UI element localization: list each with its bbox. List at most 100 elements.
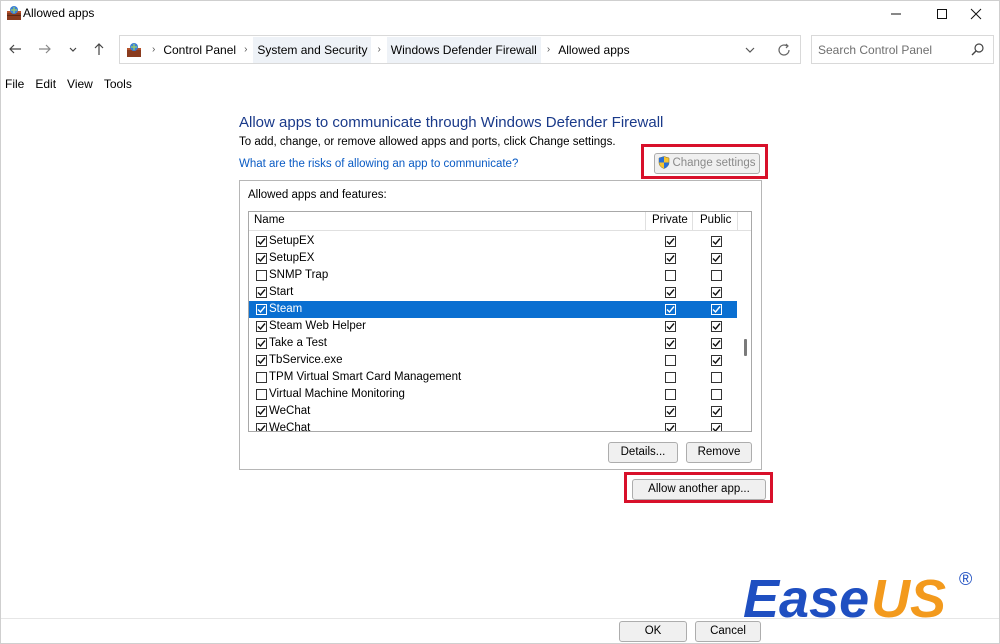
list-item[interactable]: WeChat [249, 403, 737, 420]
search-icon[interactable] [970, 42, 986, 58]
private-checkbox[interactable] [665, 253, 676, 264]
private-checkbox[interactable] [665, 236, 676, 247]
public-checkbox-box[interactable] [711, 389, 722, 400]
public-checkbox[interactable] [711, 338, 722, 349]
list-item[interactable]: TbService.exe [249, 352, 737, 369]
private-checkbox[interactable] [665, 423, 676, 431]
list-item[interactable]: Steam Web Helper [249, 318, 737, 335]
recent-locations-button[interactable] [63, 39, 83, 59]
public-checkbox[interactable] [711, 270, 722, 281]
public-checkbox[interactable] [711, 321, 722, 332]
public-checkbox-box[interactable] [711, 253, 722, 264]
enabled-checkbox[interactable] [256, 253, 267, 264]
private-checkbox-box[interactable] [665, 423, 676, 431]
list-scrollbar[interactable] [738, 231, 751, 431]
enabled-checkbox-box[interactable] [256, 236, 267, 247]
cancel-button[interactable]: Cancel [695, 621, 761, 642]
back-button[interactable] [5, 39, 25, 59]
enabled-checkbox-box[interactable] [256, 253, 267, 264]
up-button[interactable] [89, 39, 109, 59]
enabled-checkbox[interactable] [256, 338, 267, 349]
public-checkbox-box[interactable] [711, 270, 722, 281]
private-checkbox-box[interactable] [665, 270, 676, 281]
column-public[interactable]: Public [692, 212, 738, 231]
risks-link[interactable]: What are the risks of allowing an app to… [239, 158, 518, 170]
scrollbar-thumb[interactable] [744, 339, 747, 356]
enabled-checkbox-box[interactable] [256, 321, 267, 332]
enabled-checkbox[interactable] [256, 321, 267, 332]
search-box[interactable] [811, 35, 994, 64]
private-checkbox-box[interactable] [665, 406, 676, 417]
list-item[interactable]: Start [249, 284, 737, 301]
enabled-checkbox[interactable] [256, 236, 267, 247]
private-checkbox-box[interactable] [665, 372, 676, 383]
allowed-apps-list[interactable]: Name Private Public SetupEX SetupEX SNMP T… [248, 211, 752, 432]
private-checkbox[interactable] [665, 406, 676, 417]
private-checkbox-box[interactable] [665, 321, 676, 332]
public-checkbox[interactable] [711, 423, 722, 431]
menu-file[interactable]: File [1, 75, 29, 95]
minimize-button[interactable] [873, 1, 919, 27]
public-checkbox-box[interactable] [711, 423, 722, 431]
private-checkbox-box[interactable] [665, 287, 676, 298]
enabled-checkbox-box[interactable] [256, 406, 267, 417]
address-bar[interactable]: › Control Panel › System and Security › … [119, 35, 801, 64]
public-checkbox[interactable] [711, 236, 722, 247]
public-checkbox-box[interactable] [711, 287, 722, 298]
public-checkbox-box[interactable] [711, 321, 722, 332]
public-checkbox[interactable] [711, 389, 722, 400]
list-item[interactable]: SetupEX [249, 250, 737, 267]
enabled-checkbox-box[interactable] [256, 389, 267, 400]
enabled-checkbox[interactable] [256, 423, 267, 431]
enabled-checkbox[interactable] [256, 406, 267, 417]
private-checkbox[interactable] [665, 321, 676, 332]
menu-edit[interactable]: Edit [31, 75, 61, 95]
change-settings-button[interactable]: Change settings [654, 153, 760, 174]
enabled-checkbox[interactable] [256, 304, 267, 315]
menu-view[interactable]: View [63, 75, 98, 95]
enabled-checkbox-box[interactable] [256, 372, 267, 383]
details-button[interactable]: Details... [608, 442, 678, 463]
private-checkbox-box[interactable] [665, 304, 676, 315]
list-item[interactable]: Virtual Machine Monitoring [249, 386, 737, 403]
list-item[interactable]: Take a Test [249, 335, 737, 352]
enabled-checkbox[interactable] [256, 355, 267, 366]
list-item[interactable]: TPM Virtual Smart Card Management [249, 369, 737, 386]
breadcrumb-system-and-security[interactable]: System and Security [253, 36, 372, 63]
public-checkbox[interactable] [711, 287, 722, 298]
enabled-checkbox-box[interactable] [256, 270, 267, 281]
private-checkbox-box[interactable] [665, 355, 676, 366]
enabled-checkbox-box[interactable] [256, 304, 267, 315]
public-checkbox[interactable] [711, 355, 722, 366]
public-checkbox[interactable] [711, 253, 722, 264]
list-item[interactable]: SNMP Trap [249, 267, 737, 284]
private-checkbox-box[interactable] [665, 389, 676, 400]
ok-button[interactable]: OK [619, 621, 687, 642]
public-checkbox[interactable] [711, 304, 722, 315]
enabled-checkbox-box[interactable] [256, 338, 267, 349]
public-checkbox-box[interactable] [711, 304, 722, 315]
enabled-checkbox[interactable] [256, 372, 267, 383]
list-item[interactable]: Steam [249, 301, 737, 318]
private-checkbox[interactable] [665, 270, 676, 281]
enabled-checkbox-box[interactable] [256, 423, 267, 431]
private-checkbox-box[interactable] [665, 236, 676, 247]
menu-tools[interactable]: Tools [100, 75, 137, 95]
remove-button[interactable]: Remove [686, 442, 752, 463]
search-input[interactable] [818, 41, 968, 59]
close-button[interactable] [953, 1, 999, 27]
breadcrumb-allowed-apps[interactable]: Allowed apps [556, 43, 631, 57]
list-item[interactable]: WeChat [249, 420, 737, 431]
public-checkbox-box[interactable] [711, 372, 722, 383]
enabled-checkbox[interactable] [256, 389, 267, 400]
public-checkbox[interactable] [711, 406, 722, 417]
private-checkbox[interactable] [665, 355, 676, 366]
private-checkbox[interactable] [665, 372, 676, 383]
address-dropdown-icon[interactable] [742, 42, 758, 58]
refresh-icon[interactable] [776, 42, 792, 58]
enabled-checkbox-box[interactable] [256, 355, 267, 366]
public-checkbox[interactable] [711, 372, 722, 383]
forward-button[interactable] [35, 39, 55, 59]
private-checkbox[interactable] [665, 304, 676, 315]
column-name[interactable]: Name [254, 214, 285, 226]
